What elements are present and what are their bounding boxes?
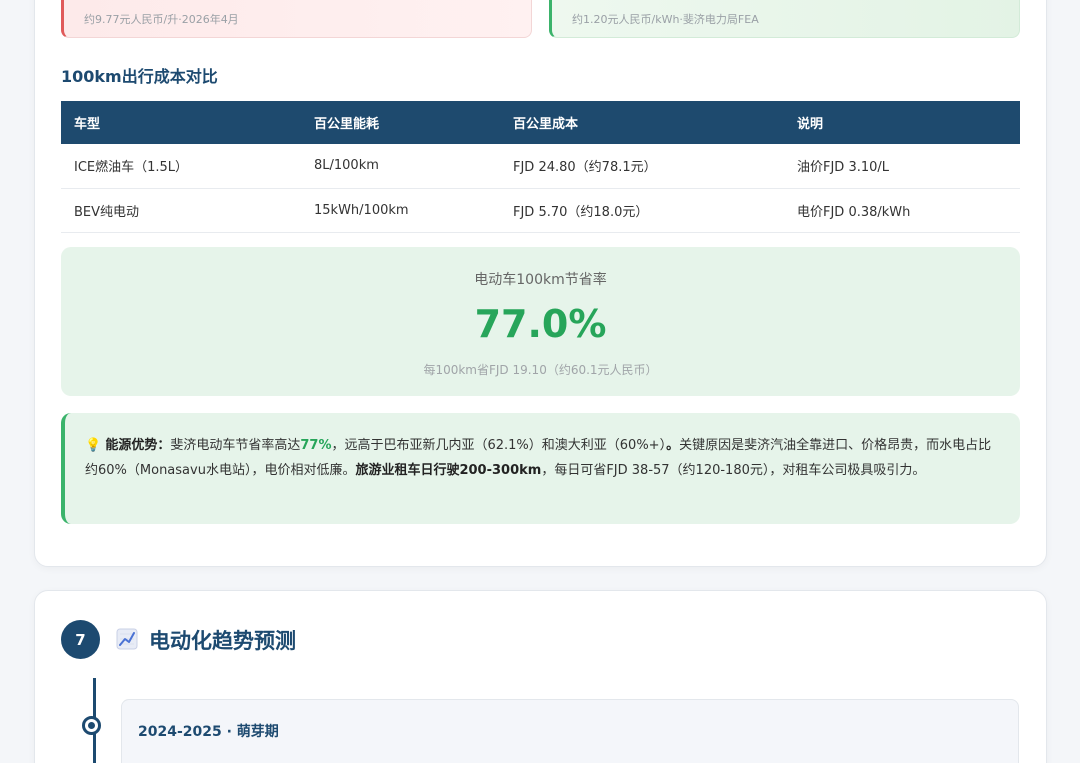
table-cell: 电价FJD 0.38/kWh <box>784 188 1020 233</box>
phase-title: 2024-2025 · 萌芽期 <box>138 724 279 740</box>
saving-amount-note: 每100km省FJD 19.10（约60.1元人民币） <box>423 363 658 377</box>
section-number-badge: 7 <box>61 620 100 659</box>
electricity-price-note: 约1.20元人民币/kWh·斐济电力局FEA <box>572 12 759 26</box>
trend-chart-icon <box>116 628 138 650</box>
table-header: 车型 <box>61 101 301 144</box>
tip-text: 斐济电动车节省率高达 <box>170 438 301 453</box>
table-header-row: 车型 百公里能耗 百公里成本 说明 <box>61 101 1020 144</box>
energy-advantage-note: 💡 能源优势：斐济电动车节省率高达77%，远高于巴布亚新几内亚（62.1%）和澳… <box>61 413 1020 524</box>
table-row: ICE燃油车（1.5L） 8L/100km FJD 24.80（约78.1元） … <box>61 144 1020 189</box>
saving-rate-label: 电动车100km节省率 <box>474 272 607 288</box>
cost-comparison-table: 车型 百公里能耗 百公里成本 说明 ICE燃油车（1.5L） 8L/100km … <box>61 101 1020 233</box>
lightbulb-icon: 💡 <box>85 438 102 453</box>
trend-section-title: 电动化趋势预测 <box>149 629 296 653</box>
table-row: BEV纯电动 15kWh/100km FJD 5.70（约18.0元） 电价FJ… <box>61 188 1020 233</box>
table-cell: BEV纯电动 <box>61 188 301 233</box>
table-header: 百公里能耗 <box>301 101 500 144</box>
timeline-phase-card: 2024-2025 · 萌芽期 <box>121 699 1019 763</box>
tip-lead: 能源优势： <box>105 438 171 453</box>
tip-text: ，每日可省FJD 38-57（约120-180元），对租车公司极具吸引力。 <box>541 463 926 478</box>
table-cell: 15kWh/100km <box>301 188 500 233</box>
table-cell: FJD 5.70（约18.0元） <box>500 188 784 233</box>
timeline-dot <box>82 716 101 735</box>
fuel-price-box: 约9.77元人民币/升·2026年4月 <box>61 0 532 38</box>
cost-comparison-title: 100km出行成本对比 <box>61 67 218 86</box>
table-cell: 8L/100km <box>301 144 500 189</box>
table-cell: 油价FJD 3.10/L <box>784 144 1020 189</box>
electricity-price-box: 约1.20元人民币/kWh·斐济电力局FEA <box>549 0 1020 38</box>
tip-bold: 旅游业租车日行驶200-300km <box>355 463 542 478</box>
tip-highlight: 77% <box>300 438 332 453</box>
saving-rate-value: 77.0% <box>474 302 607 346</box>
tip-text: ，远高于巴布亚新几内亚（62.1%）和澳大利亚（60%+） <box>331 438 667 453</box>
saving-rate-box: 电动车100km节省率 77.0% 每100km省FJD 19.10（约60.1… <box>61 247 1020 396</box>
table-header: 说明 <box>784 101 1020 144</box>
table-header: 百公里成本 <box>500 101 784 144</box>
table-cell: ICE燃油车（1.5L） <box>61 144 301 189</box>
table-cell: FJD 24.80（约78.1元） <box>500 144 784 189</box>
fuel-price-note: 约9.77元人民币/升·2026年4月 <box>84 12 239 26</box>
tip-period: 。 <box>666 438 680 453</box>
